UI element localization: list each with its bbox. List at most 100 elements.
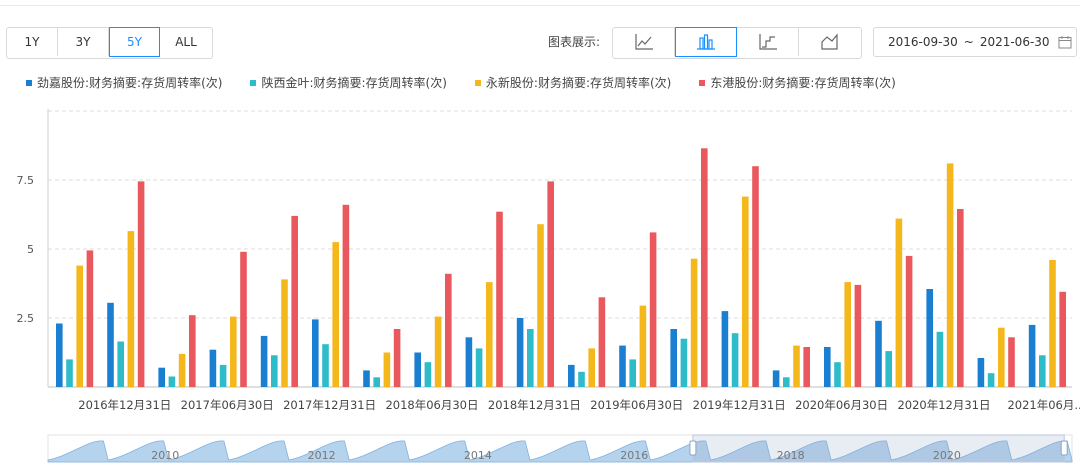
bar (1059, 291, 1066, 387)
bar (312, 319, 319, 387)
bar (107, 302, 114, 387)
bar (342, 204, 350, 387)
bar (670, 329, 677, 387)
bar (619, 345, 626, 387)
y-tick-label: 2.5 (17, 312, 35, 325)
bar (547, 181, 554, 387)
x-tick-label: 2018年12月31日 (488, 398, 581, 412)
x-tick-label: 2017年06月30日 (181, 398, 274, 412)
navigator-handle (689, 440, 697, 456)
bar (76, 265, 83, 387)
bar (240, 251, 247, 387)
bar (701, 148, 708, 387)
x-tick-label: 2017年12月31日 (283, 398, 376, 412)
bar (895, 218, 903, 387)
bar (475, 348, 483, 387)
bar (86, 250, 94, 387)
bar (731, 333, 739, 387)
bar (322, 344, 329, 387)
bar (598, 297, 606, 387)
bar (383, 352, 391, 387)
navigator-label: 2020 (933, 449, 961, 462)
navigator-label: 2014 (464, 449, 492, 462)
bar (742, 196, 749, 387)
bar (465, 337, 473, 387)
x-tick-label: 2016年12月31日 (78, 398, 171, 412)
bar (1028, 324, 1036, 387)
bar (281, 279, 288, 387)
x-tick-label: 2020年06月30日 (795, 398, 888, 412)
bar (854, 284, 862, 387)
x-tick-label: 2019年06月30日 (590, 398, 683, 412)
bar (1039, 355, 1046, 387)
bar (721, 311, 729, 387)
bar (629, 359, 636, 387)
bar (291, 215, 298, 387)
bar (527, 329, 534, 387)
bar (178, 353, 186, 387)
bar (1049, 260, 1056, 387)
bar (926, 289, 933, 387)
bar (117, 341, 124, 387)
bar (1008, 337, 1015, 387)
bar (957, 209, 964, 387)
navigator-label: 2018 (777, 449, 805, 462)
bar (516, 318, 524, 387)
bar (271, 355, 278, 387)
bar (66, 359, 73, 387)
bar (875, 320, 882, 387)
bar (568, 364, 575, 387)
bar (137, 181, 145, 387)
bar (56, 323, 63, 387)
bar (260, 335, 268, 387)
bar (885, 351, 892, 387)
bar (578, 371, 585, 387)
bar (363, 370, 370, 387)
bar (793, 345, 800, 387)
bar (905, 255, 913, 387)
bar (537, 224, 544, 387)
bar (946, 163, 954, 387)
bar (230, 316, 237, 387)
bar (496, 211, 503, 387)
bar (373, 377, 380, 387)
bar (639, 305, 647, 387)
bar (332, 242, 339, 387)
navigator-handle (1060, 440, 1068, 456)
bar (424, 362, 432, 387)
bar (977, 358, 985, 387)
x-tick-label: 2018年06月30日 (385, 398, 478, 412)
bar (803, 347, 810, 387)
bar (127, 231, 135, 387)
bar (649, 232, 657, 387)
bar (445, 273, 452, 387)
navigator-label: 2016 (620, 449, 648, 462)
bar (588, 348, 595, 387)
bar (158, 367, 165, 387)
bar (834, 362, 841, 387)
bar (393, 329, 401, 387)
bar (168, 376, 176, 387)
y-tick-label: 7.5 (17, 174, 35, 187)
bar (486, 282, 493, 387)
bar (219, 364, 227, 387)
bar-chart: 2.5 5 7.5 2016年12月31日 2017年06月30日 2017年12月31日… (17, 109, 1080, 463)
bar (936, 331, 944, 387)
bar (209, 349, 217, 387)
bar (783, 377, 790, 387)
bar (752, 166, 759, 387)
y-tick-label: 5 (27, 243, 34, 256)
x-tick-label: 2021年06月... (1007, 398, 1080, 412)
bar (434, 316, 442, 387)
bar (844, 282, 851, 387)
bar (690, 258, 698, 387)
bar (998, 327, 1005, 387)
bar (987, 373, 995, 387)
x-tick-label: 2020年12月31日 (897, 398, 990, 412)
navigator-selection (692, 434, 1065, 463)
navigator-label: 2010 (151, 449, 179, 462)
navigator-label: 2012 (308, 449, 336, 462)
bar (189, 315, 196, 387)
bar (772, 370, 780, 387)
bar (680, 338, 688, 387)
